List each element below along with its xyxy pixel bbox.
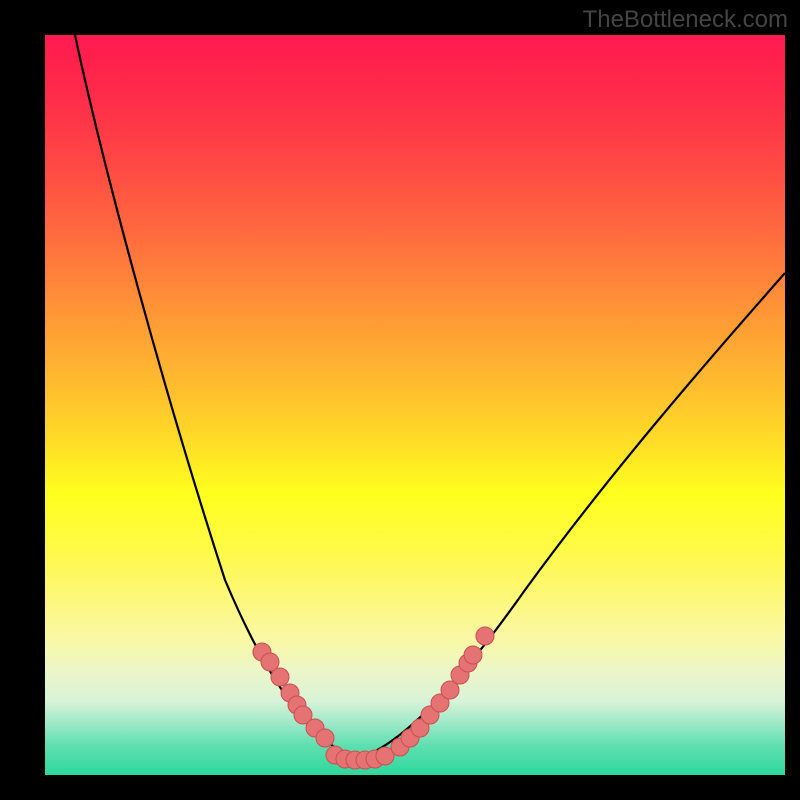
dot (476, 627, 494, 645)
dots-left-group (253, 643, 334, 747)
plot-area (45, 35, 785, 775)
chart-container: TheBottleneck.com (0, 0, 800, 800)
chart-svg (45, 35, 785, 775)
curve-left-path (75, 35, 355, 760)
dot (464, 646, 482, 664)
curve-group (75, 35, 785, 760)
curve-right-path (355, 273, 785, 760)
dots-bottom-group (326, 746, 394, 769)
watermark-text: TheBottleneck.com (583, 6, 788, 34)
dot (316, 729, 334, 747)
dots-right-group (391, 627, 494, 756)
dot (271, 668, 289, 686)
